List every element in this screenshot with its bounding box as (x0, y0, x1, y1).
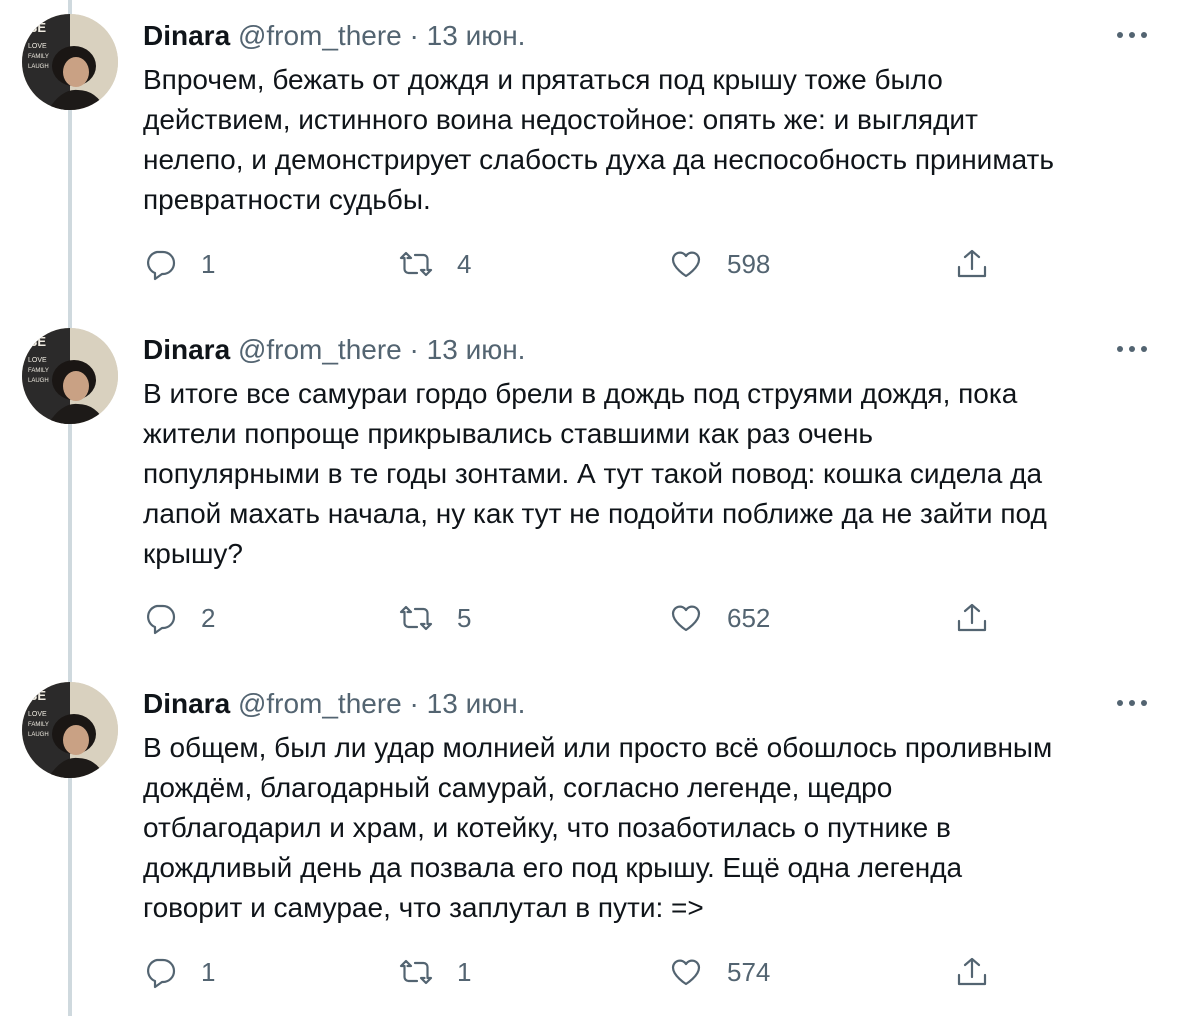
share-button[interactable] (955, 244, 989, 284)
heart-icon (671, 251, 701, 278)
retweet-count: 5 (457, 602, 472, 633)
author-handle[interactable]: @from_there (238, 334, 402, 365)
share-button[interactable] (955, 952, 989, 992)
share-button[interactable] (955, 598, 989, 638)
tweet-actions: 2 5 652 (143, 598, 1043, 638)
tweet-date[interactable]: 13 июн. (427, 334, 526, 365)
reply-icon (147, 958, 176, 989)
tweet-header: Dinara @from_there · 13 июн. (143, 18, 525, 54)
svg-text:BE: BE (28, 334, 46, 349)
heart-icon (671, 959, 701, 986)
retweet-icon (399, 959, 433, 985)
avatar-photo: BE LOVE FAMILY LAUGH (22, 328, 118, 424)
heart-icon (671, 605, 701, 632)
share-icon (957, 249, 987, 278)
tweet-text-line: действием, истинного воина недостойное: … (143, 104, 978, 135)
like-count: 652 (727, 602, 771, 633)
retweet-button[interactable]: 1 (399, 952, 471, 992)
more-dots-icon (1117, 700, 1147, 706)
reply-icon (147, 250, 176, 281)
tweet-header: Dinara @from_there · 13 июн. (143, 686, 525, 722)
tweet-text-line: нелепо, и демонстрирует слабость духа да… (143, 144, 1054, 175)
tweet-text-line: В общем, был ли удар молнией или просто … (143, 732, 1053, 763)
separator-dot: · (409, 20, 419, 51)
share-icon (957, 957, 987, 986)
reply-count: 1 (201, 956, 216, 987)
tweet-text: Впрочем, бежать от дождя и прятаться под… (143, 60, 1163, 220)
avatar[interactable]: BE LOVE FAMILY LAUGH (22, 14, 118, 110)
reply-button[interactable]: 1 (143, 952, 215, 992)
svg-text:LAUGH: LAUGH (28, 64, 49, 70)
like-button[interactable]: 574 (669, 952, 770, 992)
tweet-text-line: дождём, благодарный самурай, согласно ле… (143, 772, 893, 803)
more-options-button[interactable] (1112, 334, 1152, 364)
separator-dot: · (409, 334, 419, 365)
avatar[interactable]: BE LOVE FAMILY LAUGH (22, 328, 118, 424)
tweet-text: В итоге все самураи гордо брели в дождь … (143, 374, 1163, 574)
retweet-count: 4 (457, 248, 472, 279)
svg-text:LOVE: LOVE (28, 357, 47, 364)
tweet-text-line: крышу? (143, 538, 243, 569)
reply-count: 2 (201, 602, 216, 633)
retweet-button[interactable]: 5 (399, 598, 471, 638)
retweet-icon (399, 251, 433, 277)
svg-text:LOVE: LOVE (28, 43, 47, 50)
avatar-photo: BE LOVE FAMILY LAUGH (22, 14, 118, 110)
tweet-text-line: лапой махать начала, ну как тут не подой… (143, 498, 1047, 529)
svg-text:BE: BE (28, 688, 46, 703)
author-name[interactable]: Dinara (143, 688, 230, 719)
tweet-text-line: дождливый день да позвала его под крышу.… (143, 852, 963, 883)
tweet-text: В общем, был ли удар молнией или просто … (143, 728, 1163, 928)
svg-text:BE: BE (28, 20, 46, 35)
author-handle[interactable]: @from_there (238, 688, 402, 719)
share-icon (957, 603, 987, 632)
tweet-header: Dinara @from_there · 13 июн. (143, 332, 525, 368)
tweet-date[interactable]: 13 июн. (427, 20, 526, 51)
reply-count: 1 (201, 248, 216, 279)
more-options-button[interactable] (1112, 20, 1152, 50)
retweet-icon (399, 605, 433, 631)
like-button[interactable]: 652 (669, 598, 770, 638)
tweet-actions: 1 4 598 (143, 244, 1043, 284)
reply-button[interactable]: 1 (143, 244, 215, 284)
tweet-text-line: популярными в те годы зонтами. А тут так… (143, 458, 1043, 489)
like-count: 574 (727, 956, 771, 987)
like-button[interactable]: 598 (669, 244, 770, 284)
retweet-count: 1 (457, 956, 472, 987)
svg-text:LAUGH: LAUGH (28, 378, 49, 384)
avatar-photo: BE LOVE FAMILY LAUGH (22, 682, 118, 778)
more-dots-icon (1117, 32, 1147, 38)
tweet-actions: 1 1 574 (143, 952, 1043, 992)
more-dots-icon (1117, 346, 1147, 352)
like-count: 598 (727, 248, 771, 279)
retweet-button[interactable]: 4 (399, 244, 471, 284)
thread-connector-line (68, 0, 72, 1016)
avatar[interactable]: BE LOVE FAMILY LAUGH (22, 682, 118, 778)
separator-dot: · (409, 688, 419, 719)
reply-icon (147, 604, 176, 635)
tweet-text-line: говорит и самурае, что заплутал в пути: … (143, 892, 704, 923)
author-name[interactable]: Dinara (143, 334, 230, 365)
tweet-text-line: отблагодарил и храм, и котейку, что поза… (143, 812, 951, 843)
tweet-text-line: жители попроще прикрывались ставшими как… (143, 418, 874, 449)
author-handle[interactable]: @from_there (238, 20, 402, 51)
author-name[interactable]: Dinara (143, 20, 230, 51)
tweet-text-line: В итоге все самураи гордо брели в дождь … (143, 378, 1018, 409)
tweet-date[interactable]: 13 июн. (427, 688, 526, 719)
svg-text:FAMILY: FAMILY (28, 368, 49, 374)
svg-text:FAMILY: FAMILY (28, 722, 49, 728)
more-options-button[interactable] (1112, 688, 1152, 718)
svg-text:LAUGH: LAUGH (28, 732, 49, 738)
tweet-text-line: превратности судьбы. (143, 184, 431, 215)
tweet-text-line: Впрочем, бежать от дождя и прятаться под… (143, 64, 943, 95)
reply-button[interactable]: 2 (143, 598, 215, 638)
svg-text:LOVE: LOVE (28, 711, 47, 718)
svg-text:FAMILY: FAMILY (28, 54, 49, 60)
